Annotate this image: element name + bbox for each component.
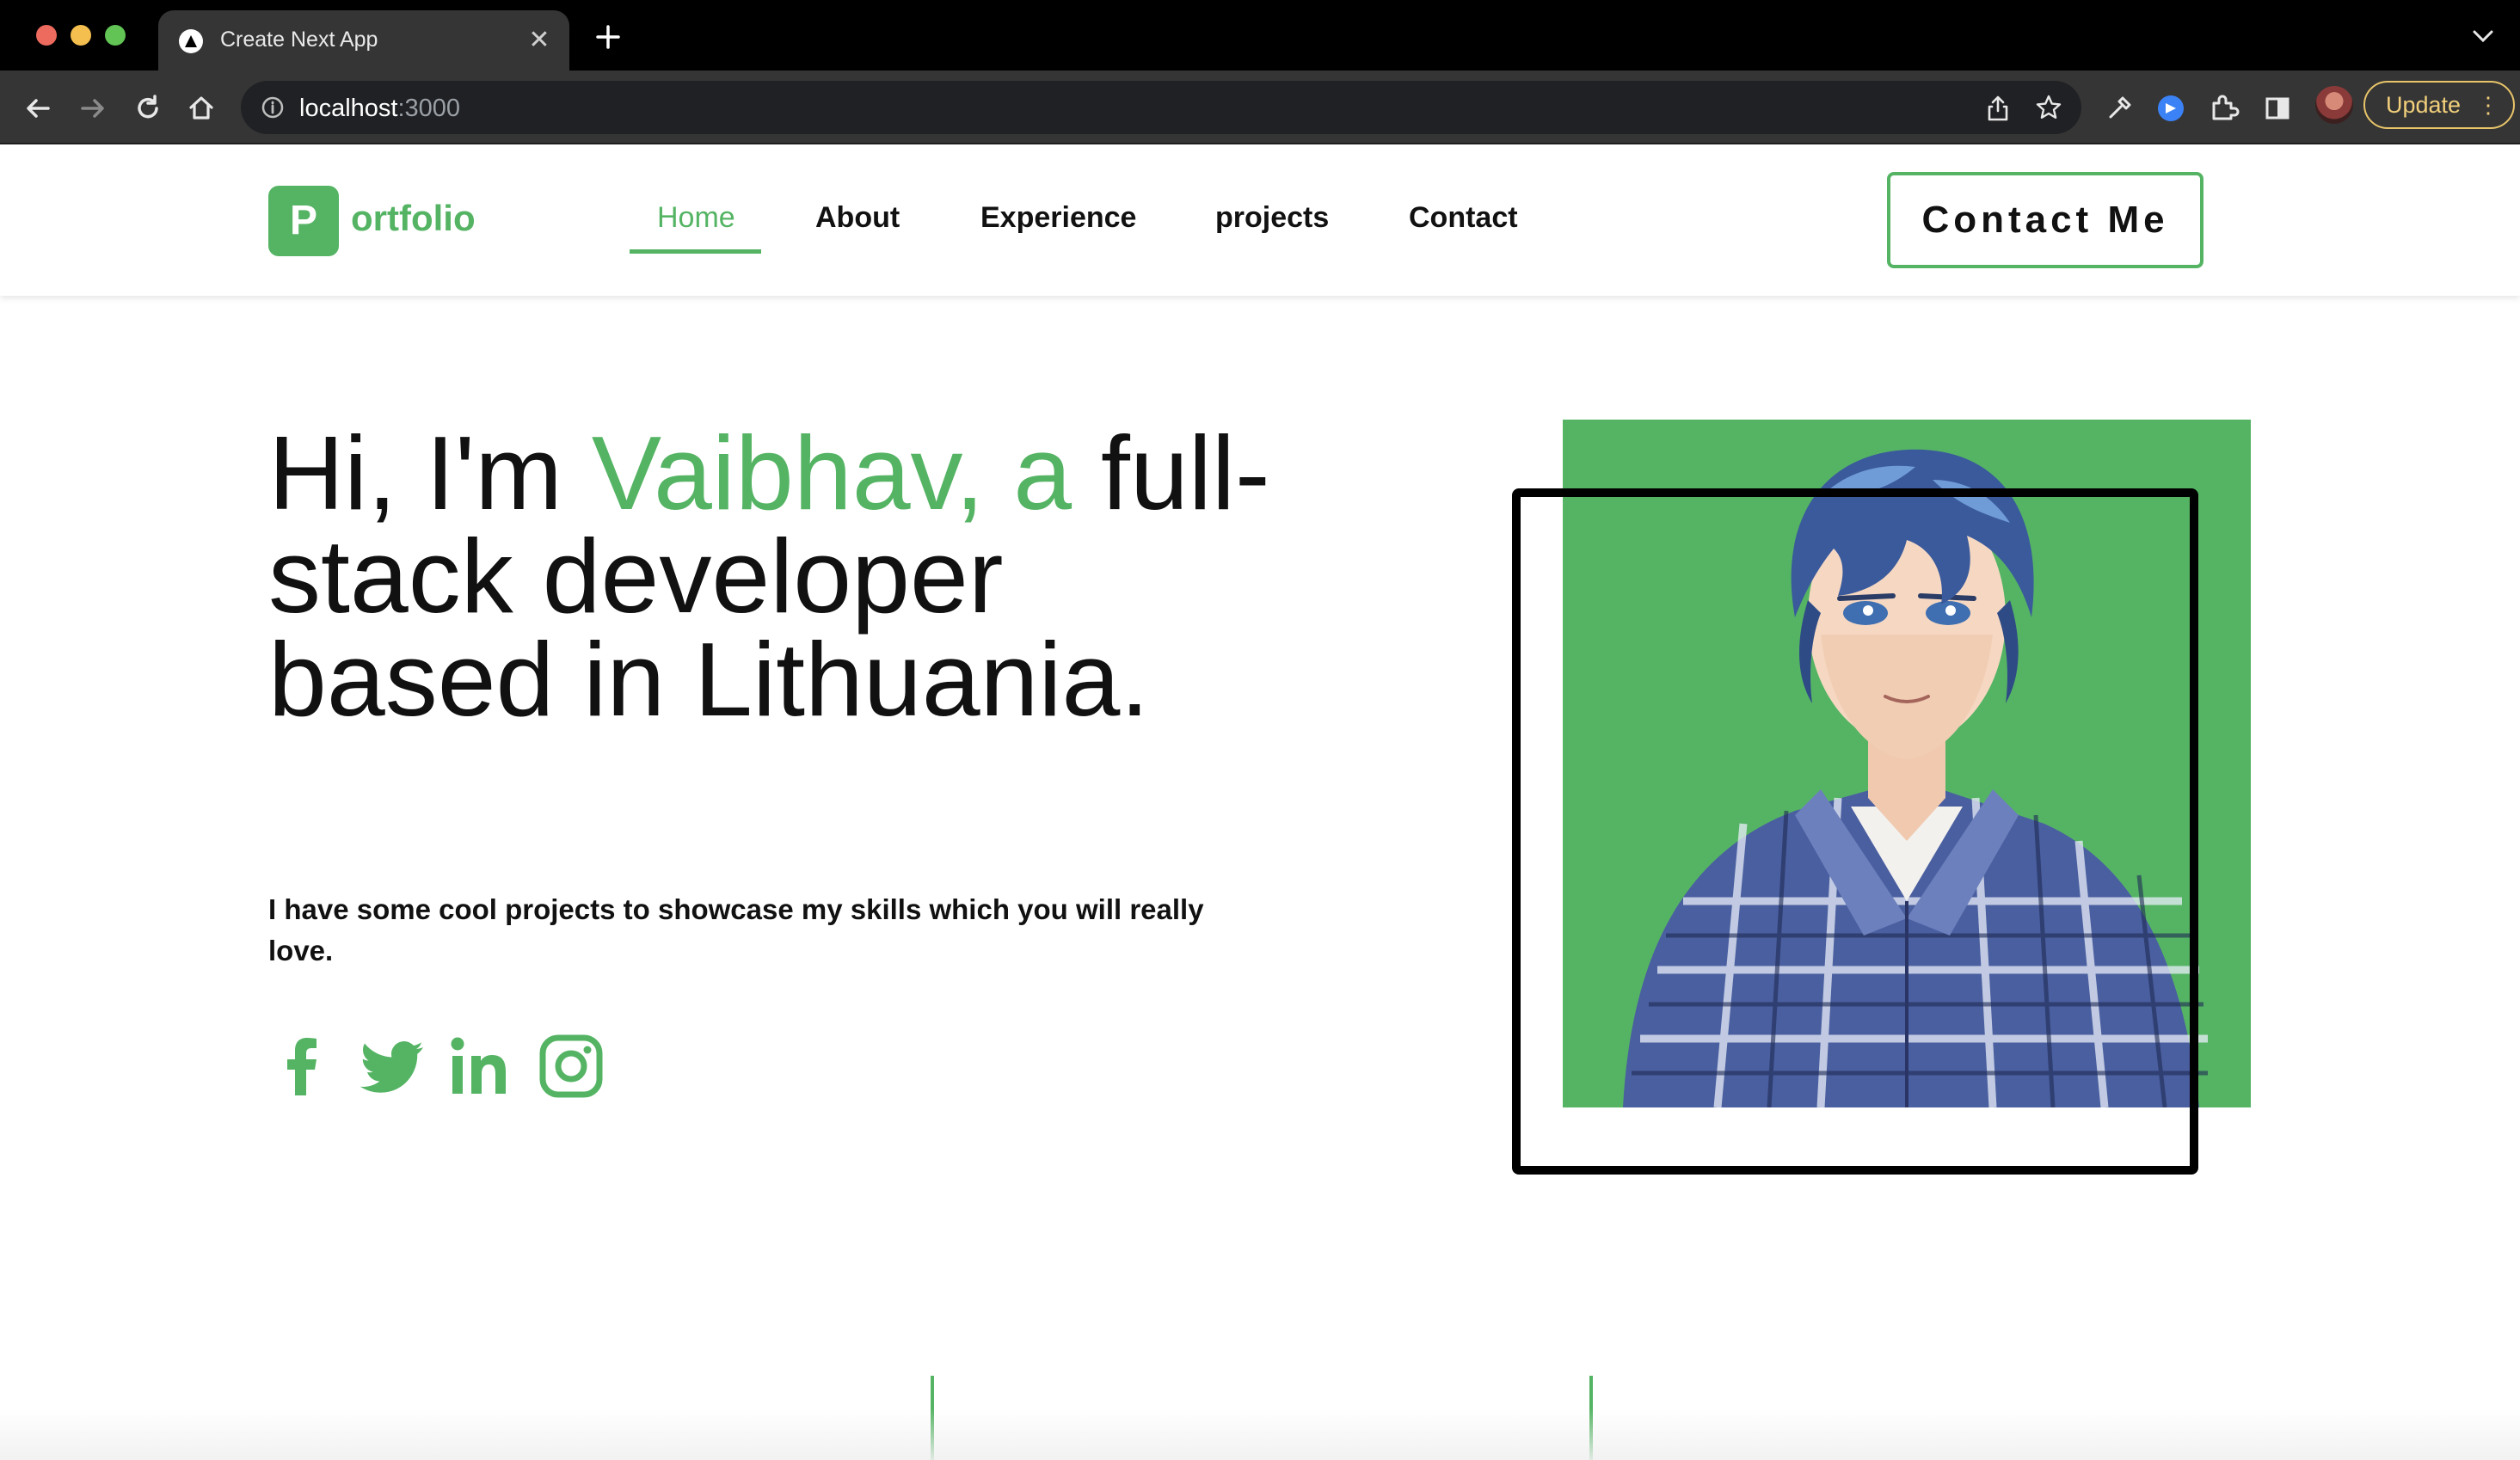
nav-about[interactable]: About [815, 201, 900, 235]
browser-toolbar: localhost:3000 [0, 71, 2520, 144]
extensions-puzzle-icon[interactable] [2207, 91, 2241, 126]
minimize-window-button[interactable] [71, 25, 91, 46]
portrait-frame [1512, 488, 2198, 1175]
instagram-icon[interactable] [535, 1030, 607, 1102]
site-header: P ortfolio Home About Experience project… [0, 144, 2520, 296]
site-info-icon[interactable] [261, 96, 284, 119]
hero-title: Hi, I'm Vaibhav, a full-stack developer … [268, 414, 1270, 738]
forward-arrow-icon[interactable] [76, 91, 110, 126]
tab-strip: Create Next App ✕ [0, 0, 2520, 71]
address-bar[interactable]: localhost:3000 [241, 81, 2081, 134]
tab-title: Create Next App [220, 28, 378, 52]
side-panel-icon[interactable] [2260, 91, 2295, 126]
hero-subtitle: I have some cool projects to showcase my… [268, 893, 1204, 966]
menu-kebab-icon[interactable]: ⋮ [2477, 83, 2499, 127]
contact-me-button[interactable]: Contact Me [1887, 172, 2203, 268]
url-text[interactable]: localhost:3000 [299, 95, 460, 123]
tab-close-icon[interactable]: ✕ [525, 26, 554, 55]
cast-extension-icon[interactable] [2154, 91, 2188, 126]
logo-text[interactable]: ortfolio [351, 198, 476, 239]
close-window-button[interactable] [36, 25, 57, 46]
facebook-icon[interactable] [267, 1030, 339, 1102]
section-shadow [0, 1408, 2520, 1460]
nav-contact[interactable]: Contact [1409, 201, 1518, 235]
twitter-icon[interactable] [356, 1030, 428, 1102]
nav-projects[interactable]: projects [1215, 201, 1329, 235]
nav-experience[interactable]: Experience [980, 201, 1136, 235]
home-icon[interactable] [184, 91, 218, 126]
linkedin-icon[interactable] [446, 1030, 518, 1102]
reload-icon[interactable] [131, 91, 165, 126]
back-arrow-icon[interactable] [21, 91, 55, 126]
bookmark-star-icon[interactable] [2035, 94, 2062, 121]
update-button[interactable]: Update ⋮ [2363, 81, 2515, 129]
browser-tab[interactable]: Create Next App ✕ [158, 10, 569, 71]
nextjs-favicon-icon [179, 29, 203, 53]
nav-active-underline [630, 249, 761, 254]
page-viewport: P ortfolio Home About Experience project… [0, 144, 2520, 1460]
nav-home[interactable]: Home [657, 201, 735, 235]
logo-mark[interactable]: P [268, 186, 339, 256]
share-icon[interactable] [1985, 95, 2011, 122]
eyedropper-extension-icon[interactable] [2102, 91, 2136, 126]
profile-avatar[interactable] [2315, 86, 2353, 124]
chevron-down-icon[interactable] [2472, 28, 2494, 45]
new-tab-icon[interactable] [593, 22, 623, 52]
maximize-window-button[interactable] [105, 25, 126, 46]
